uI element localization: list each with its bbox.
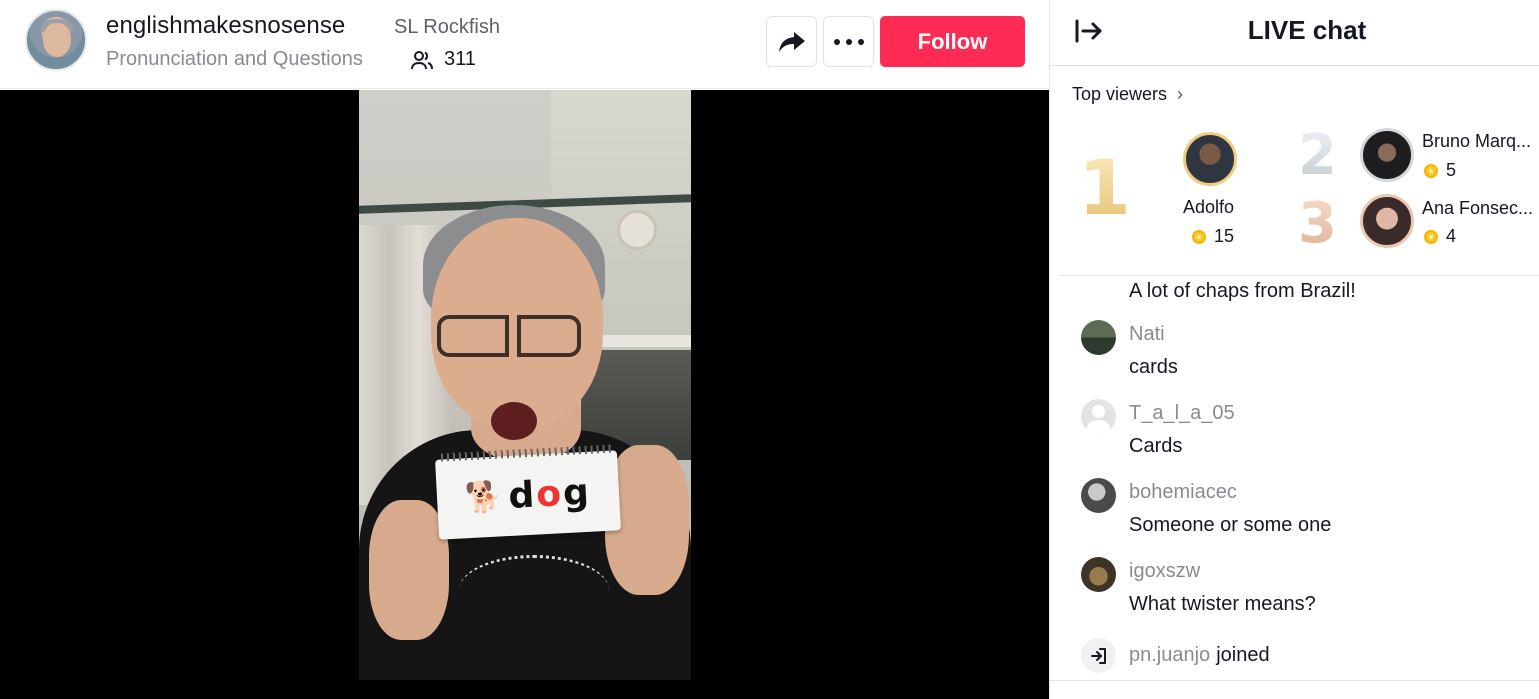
- host-name[interactable]: englishmakesnosense: [106, 12, 345, 40]
- share-button[interactable]: [766, 16, 817, 67]
- rank-1-badge: 1: [1078, 143, 1131, 232]
- coin-icon: [1192, 229, 1206, 244]
- coin-count: 15: [1214, 226, 1235, 246]
- user-avatar[interactable]: [1081, 557, 1116, 592]
- top-viewers-link[interactable]: Top viewers ›: [1072, 84, 1183, 105]
- top-viewer-avatar[interactable]: [1360, 128, 1414, 182]
- top-viewer-name[interactable]: Adolfo: [1183, 197, 1234, 218]
- chat-message-list[interactable]: A lot of chaps from Brazil! Nati cards T…: [1050, 276, 1539, 682]
- people-icon: [411, 50, 433, 69]
- coin-icon: [1424, 229, 1438, 244]
- live-stream-area: englishmakesnosense SL Rockfish Pronunci…: [0, 0, 1049, 699]
- rank-3-badge: 3: [1298, 191, 1337, 256]
- top-viewer-name[interactable]: Ana Fonsec...: [1422, 198, 1533, 219]
- chat-header: LIVE chat: [1050, 0, 1539, 66]
- host-avatar[interactable]: [25, 9, 87, 71]
- flash-card: 🐕 dog: [435, 444, 621, 540]
- chat-username[interactable]: Nati: [1129, 323, 1165, 346]
- join-username[interactable]: pn.juanjo: [1129, 644, 1210, 667]
- rank-2-badge: 2: [1298, 123, 1337, 188]
- chat-username[interactable]: igoxszw: [1129, 560, 1200, 583]
- video-frame: 🐕 dog: [359, 90, 691, 680]
- chat-message-text: What twister means?: [1129, 593, 1316, 615]
- chat-title: LIVE chat: [1247, 15, 1367, 45]
- coin-count: 5: [1446, 160, 1457, 180]
- more-dots-icon: [833, 38, 864, 45]
- stream-header: englishmakesnosense SL Rockfish Pronunci…: [0, 0, 1049, 89]
- top-viewer-coins: 4: [1424, 226, 1456, 247]
- join-event: pn.juanjo joined: [1081, 638, 1270, 673]
- user-avatar[interactable]: [1081, 320, 1116, 355]
- viewer-count: 311: [410, 48, 476, 71]
- live-chat-panel: LIVE chat Top viewers › 1 Adolfo 15 2 Br…: [1049, 0, 1539, 699]
- top-viewers-label: Top viewers: [1072, 84, 1168, 104]
- more-button[interactable]: [823, 16, 874, 67]
- dog-picture-icon: 🐕: [464, 479, 504, 515]
- top-viewer-avatar[interactable]: [1360, 194, 1414, 248]
- chat-message-text: Someone or some one: [1129, 514, 1332, 536]
- top-viewer-coins: 15: [1192, 226, 1234, 247]
- default-user-avatar-icon[interactable]: [1081, 399, 1116, 434]
- viewer-count-value: 311: [444, 48, 476, 70]
- chat-message-text: A lot of chaps from Brazil!: [1129, 280, 1356, 302]
- top-viewer-name[interactable]: Bruno Marq...: [1422, 131, 1531, 152]
- coin-icon: [1424, 163, 1438, 178]
- stream-title: Pronunciation and Questions: [106, 48, 363, 70]
- top-viewer-avatar[interactable]: [1183, 132, 1237, 186]
- chat-username[interactable]: T_a_l_a_05: [1129, 402, 1235, 425]
- coin-count: 4: [1446, 226, 1457, 246]
- video-player[interactable]: 🐕 dog: [0, 90, 1049, 699]
- card-word: dog: [507, 471, 592, 517]
- host-badge: SL Rockfish: [394, 16, 500, 38]
- chat-message-text: cards: [1129, 356, 1178, 378]
- user-avatar[interactable]: [1081, 478, 1116, 513]
- chevron-right-icon: ›: [1177, 84, 1184, 104]
- chat-username[interactable]: bohemiacec: [1129, 481, 1237, 504]
- chat-input-area[interactable]: [1050, 680, 1539, 699]
- top-viewer-coins: 5: [1424, 160, 1456, 181]
- follow-button[interactable]: Follow: [880, 16, 1025, 67]
- chat-message-text: Cards: [1129, 435, 1183, 457]
- share-arrow-icon: [778, 31, 805, 52]
- join-arrow-icon: [1081, 638, 1116, 673]
- join-text: joined: [1216, 644, 1270, 666]
